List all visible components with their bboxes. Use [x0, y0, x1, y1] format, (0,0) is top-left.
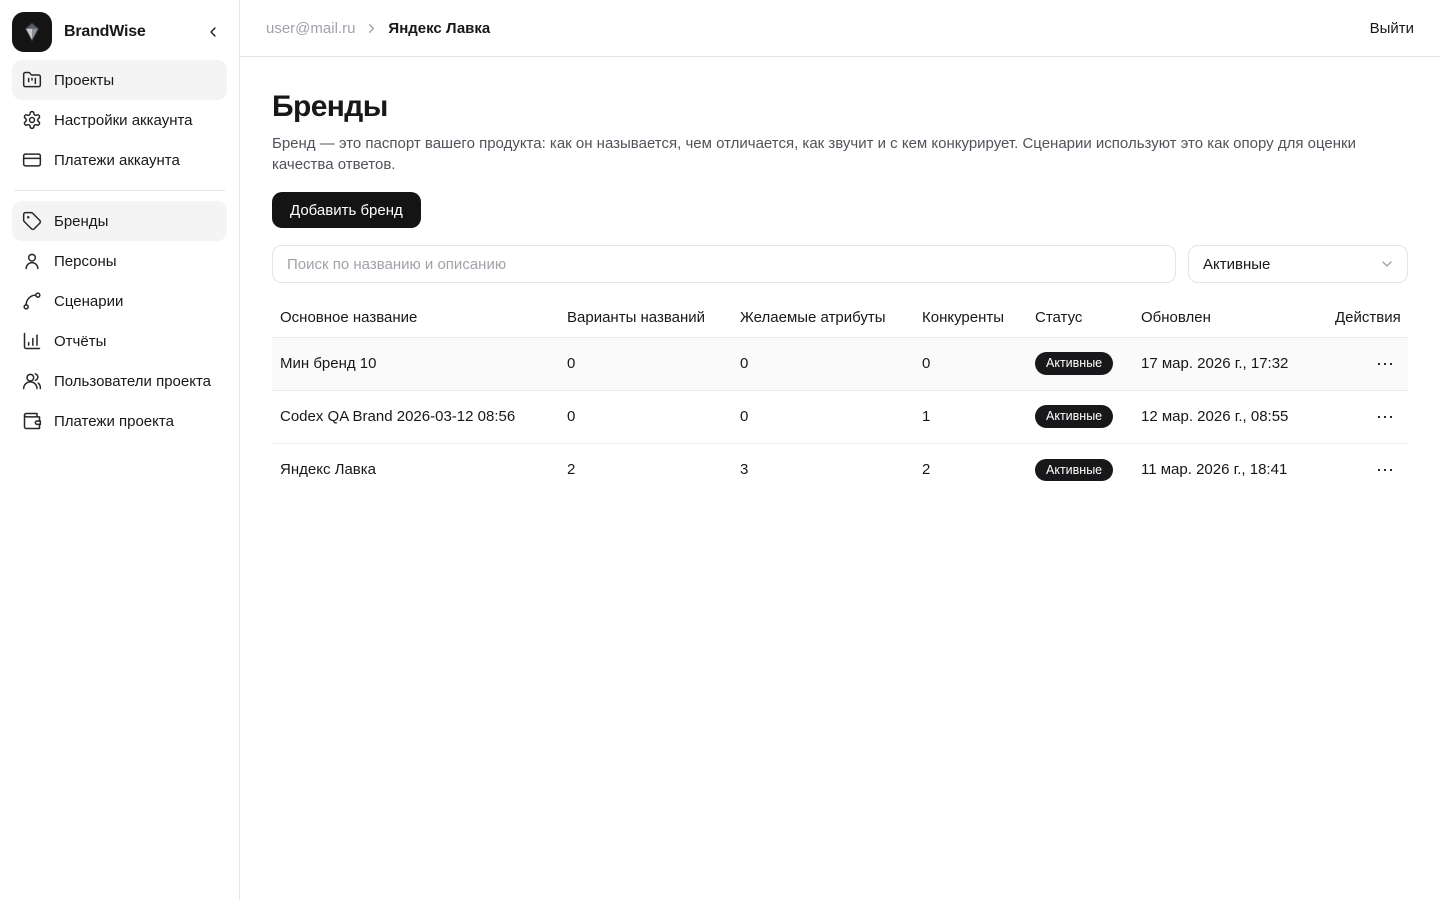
ellipsis-icon: ⋯	[1376, 460, 1394, 480]
sidebar-item-account-settings[interactable]: Настройки аккаунта	[12, 100, 227, 140]
col-header-competitors: Конкуренты	[914, 299, 1027, 337]
brand-name: Яндекс Лавка	[272, 443, 559, 496]
sidebar-item-label: Пользователи проекта	[54, 373, 211, 390]
table-row[interactable]: Codex QA Brand 2026-03-12 08:56 0 0 1 Ак…	[272, 390, 1408, 443]
chevron-left-icon	[205, 24, 221, 40]
brand-updated: 12 мар. 2026 г., 08:55	[1133, 390, 1327, 443]
sidebar-item-label: Отчёты	[54, 333, 106, 350]
folder-kanban-icon	[22, 70, 42, 90]
breadcrumb-project: Яндекс Лавка	[388, 20, 490, 37]
sidebar-item-label: Сценарии	[54, 293, 123, 310]
brand-attributes-count: 0	[732, 390, 914, 443]
chevron-down-icon	[1379, 256, 1395, 272]
sidebar-item-account-payments[interactable]: Платежи аккаунта	[12, 140, 227, 180]
row-actions-button[interactable]: ⋯	[1370, 457, 1400, 483]
sidebar-item-project-users[interactable]: Пользователи проекта	[12, 361, 227, 401]
sidebar-item-label: Платежи проекта	[54, 413, 174, 430]
sidebar-item-label: Проекты	[54, 72, 114, 89]
brand-competitors-count: 0	[914, 337, 1027, 390]
logout-button[interactable]: Выйти	[1370, 20, 1414, 37]
status-badge: Активные	[1035, 352, 1113, 375]
tag-icon	[22, 211, 42, 231]
sidebar-divider	[14, 190, 225, 191]
sidebar-nav: Проекты Настройки аккаунта Платежи аккау…	[12, 60, 227, 441]
brand-name: Мин бренд 10	[272, 337, 559, 390]
brand-name: Codex QA Brand 2026-03-12 08:56	[272, 390, 559, 443]
sidebar-item-reports[interactable]: Отчёты	[12, 321, 227, 361]
sidebar-item-label: Персоны	[54, 253, 117, 270]
brands-table: Основное название Варианты названий Жела…	[272, 299, 1408, 496]
brand-variants-count: 0	[559, 337, 732, 390]
sidebar: BrandWise Проекты Настройки аккаунта	[0, 0, 240, 900]
brand-variants-count: 2	[559, 443, 732, 496]
brand-updated: 17 мар. 2026 г., 17:32	[1133, 337, 1327, 390]
sidebar-item-project-payments[interactable]: Платежи проекта	[12, 401, 227, 441]
bar-chart-icon	[22, 331, 42, 351]
table-row[interactable]: Мин бренд 10 0 0 0 Активные 17 мар. 2026…	[272, 337, 1408, 390]
app-name: BrandWise	[64, 23, 187, 41]
wallet-icon	[22, 411, 42, 431]
brand-attributes-count: 3	[732, 443, 914, 496]
status-badge: Активные	[1035, 405, 1113, 428]
col-header-status: Статус	[1027, 299, 1133, 337]
sidebar-item-label: Настройки аккаунта	[54, 112, 193, 129]
brand-variants-count: 0	[559, 390, 732, 443]
sidebar-item-scenarios[interactable]: Сценарии	[12, 281, 227, 321]
gear-icon	[22, 110, 42, 130]
chevron-right-icon	[364, 21, 379, 36]
sidebar-item-projects[interactable]: Проекты	[12, 60, 227, 100]
gem-icon	[21, 21, 43, 43]
user-icon	[22, 251, 42, 271]
search-input[interactable]	[272, 245, 1176, 283]
sidebar-item-label: Платежи аккаунта	[54, 152, 180, 169]
credit-card-icon	[22, 150, 42, 170]
table-row[interactable]: Яндекс Лавка 2 3 2 Активные 11 мар. 2026…	[272, 443, 1408, 496]
status-filter-select[interactable]: Активные	[1188, 245, 1408, 283]
status-badge: Активные	[1035, 459, 1113, 482]
page-content: Бренды Бренд — это паспорт вашего продук…	[240, 57, 1440, 496]
ellipsis-icon: ⋯	[1376, 354, 1394, 374]
row-actions-button[interactable]: ⋯	[1370, 351, 1400, 377]
page-title: Бренды	[272, 90, 1408, 123]
sidebar-item-personas[interactable]: Персоны	[12, 241, 227, 281]
status-filter-value: Активные	[1203, 256, 1270, 273]
row-actions-button[interactable]: ⋯	[1370, 404, 1400, 430]
col-header-actions: Действия	[1327, 299, 1408, 337]
spline-icon	[22, 291, 42, 311]
table-controls: Активные	[272, 245, 1408, 283]
col-header-variants: Варианты названий	[559, 299, 732, 337]
brand-competitors-count: 1	[914, 390, 1027, 443]
col-header-attributes: Желаемые атрибуты	[732, 299, 914, 337]
col-header-updated: Обновлен	[1133, 299, 1327, 337]
app-logo	[12, 12, 52, 52]
ellipsis-icon: ⋯	[1376, 407, 1394, 427]
main-area: user@mail.ru Яндекс Лавка Выйти Бренды Б…	[240, 0, 1440, 900]
sidebar-item-label: Бренды	[54, 213, 108, 230]
users-icon	[22, 371, 42, 391]
table-header-row: Основное название Варианты названий Жела…	[272, 299, 1408, 337]
brand-updated: 11 мар. 2026 г., 18:41	[1133, 443, 1327, 496]
logo-row: BrandWise	[12, 10, 227, 54]
brand-attributes-count: 0	[732, 337, 914, 390]
col-header-name: Основное название	[272, 299, 559, 337]
breadcrumb: user@mail.ru Яндекс Лавка	[266, 20, 490, 37]
sidebar-item-brands[interactable]: Бренды	[12, 201, 227, 241]
sidebar-collapse-button[interactable]	[199, 18, 227, 46]
breadcrumb-account[interactable]: user@mail.ru	[266, 20, 355, 37]
add-brand-button[interactable]: Добавить бренд	[272, 192, 421, 228]
topbar: user@mail.ru Яндекс Лавка Выйти	[240, 0, 1440, 57]
page-description: Бренд — это паспорт вашего продукта: как…	[272, 133, 1408, 175]
brand-competitors-count: 2	[914, 443, 1027, 496]
